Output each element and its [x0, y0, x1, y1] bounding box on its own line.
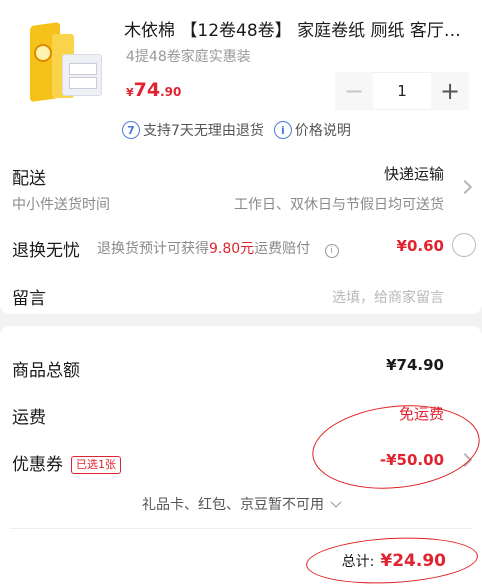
info-icon[interactable]: i	[324, 244, 339, 258]
product-spec: 4提48卷家庭实惠装	[126, 49, 251, 65]
product-thumbnail[interactable]	[22, 14, 106, 104]
coupon-row[interactable]: 优惠券 已选1张	[12, 450, 121, 475]
return-desc-suffix: 运费赔付	[254, 241, 311, 257]
service-promises: 7 支持7天无理由退货 i 价格说明	[122, 120, 351, 140]
seven-day-return-icon: 7	[122, 121, 140, 139]
product-title[interactable]: 木依棉 【12卷48卷】 家庭卷纸 厕纸 客厅卫生间卫生纸	[124, 16, 469, 41]
coupon-label: 优惠券	[12, 455, 63, 475]
message-input[interactable]: 选填，给商家留言	[332, 287, 444, 307]
goods-total-label: 商品总额	[12, 361, 80, 381]
return-service-label: 退换无忧	[12, 241, 80, 261]
order-item-card: 木依棉 【12卷48卷】 家庭卷纸 厕纸 客厅卫生间卫生纸 4提48卷家庭实惠装…	[0, 0, 482, 314]
product-price: ¥74.90	[126, 79, 181, 101]
quantity-stepper: − 1 +	[335, 72, 469, 110]
quantity-decrease-button[interactable]: −	[335, 72, 373, 110]
shipping-label: 运费	[12, 408, 46, 428]
delivery-time-label: 中小件送货时间	[12, 197, 110, 213]
return-desc-prefix: 退换货预计可获得	[97, 241, 209, 257]
info-icon: i	[273, 121, 292, 139]
unavailable-payment-note[interactable]: 礼品卡、红包、京豆暂不可用	[0, 494, 482, 514]
unavailable-note-text: 礼品卡、红包、京豆暂不可用	[142, 497, 324, 513]
return-service-desc: 退换货预计可获得9.80元运费赔付 i	[97, 238, 339, 258]
delivery-label: 配送	[12, 169, 46, 189]
delivery-method[interactable]: 快递运输	[384, 163, 444, 184]
return-service-price: ¥0.60	[396, 237, 444, 255]
return-desc-amount: 9.80元	[209, 241, 255, 257]
price-decimal: .90	[160, 85, 182, 99]
quantity-increase-button[interactable]: +	[431, 72, 469, 110]
price-currency: ¥	[126, 86, 134, 99]
chevron-down-icon	[330, 496, 342, 508]
price-info-link[interactable]: 价格说明	[295, 120, 351, 140]
coupon-selected-badge: 已选1张	[71, 456, 121, 474]
return-service-radio[interactable]	[452, 233, 476, 257]
return-policy-text[interactable]: 支持7天无理由退货	[143, 120, 264, 140]
message-label: 留言	[12, 289, 46, 309]
price-integer: 74	[133, 79, 161, 101]
quantity-value[interactable]: 1	[373, 72, 431, 110]
delivery-schedule[interactable]: 工作日、双休日与节假日均可送货	[234, 194, 444, 214]
chevron-right-icon[interactable]	[457, 179, 473, 195]
divider	[10, 528, 472, 529]
goods-total-value: ¥74.90	[386, 356, 444, 374]
